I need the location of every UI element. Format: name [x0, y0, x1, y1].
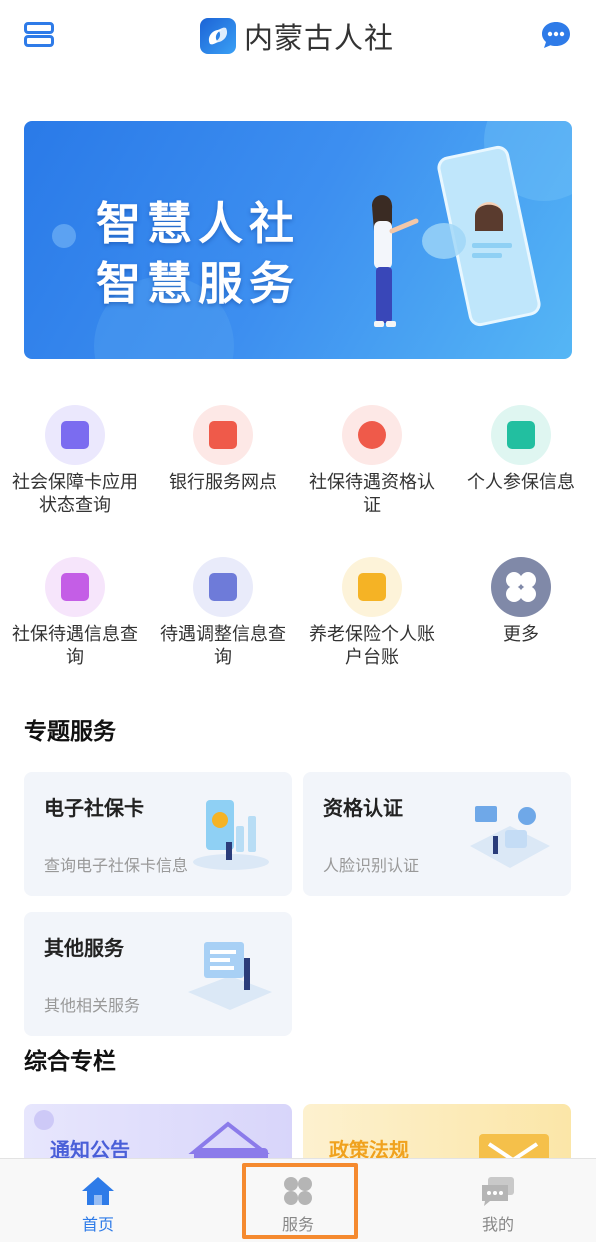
service-label: 社会保障卡应用状态查询 — [12, 472, 138, 516]
tab-label: 我的 — [481, 1215, 514, 1234]
service-item-more[interactable]: 更多 — [451, 557, 591, 646]
home-icon — [80, 1175, 116, 1207]
services-tab-highlight — [242, 1163, 358, 1239]
service-item-pension-ledger[interactable]: 养老保险个人账户台账 — [302, 557, 442, 669]
top-bar: 内蒙古人社 — [0, 0, 596, 72]
face-auth-illustration — [465, 796, 555, 876]
e-card-illustration — [186, 796, 276, 876]
card-title: 其他服务 — [44, 936, 124, 960]
service-item-benefit-query[interactable]: 社保待遇信息查询 — [5, 557, 145, 669]
more-grid-icon — [491, 557, 551, 617]
app-title-group: 内蒙古人社 — [200, 16, 394, 56]
service-item-personal-insurance[interactable]: 个人参保信息 — [451, 405, 591, 494]
banner-line-1: 智慧人社 — [96, 197, 301, 250]
service-label: 个人参保信息 — [467, 472, 575, 493]
other-service-illustration — [186, 936, 276, 1016]
service-label: 社保待遇信息查询 — [12, 624, 138, 668]
card-title: 资格认证 — [323, 796, 403, 820]
tab-home[interactable]: 首页 — [38, 1159, 158, 1242]
tab-label: 首页 — [81, 1215, 114, 1234]
service-label: 养老保险个人账户台账 — [309, 624, 435, 668]
app-logo — [200, 18, 236, 54]
person-card-icon — [491, 405, 551, 465]
app-title: 内蒙古人社 — [244, 21, 395, 55]
yuan-adjust-icon — [193, 557, 253, 617]
card-subtitle: 查询电子社保卡信息 — [44, 856, 189, 875]
card-subtitle: 其他相关服务 — [44, 996, 141, 1015]
medal-icon — [342, 405, 402, 465]
card-e-social-card[interactable]: 电子社保卡 查询电子社保卡信息 — [24, 772, 292, 896]
card-other-services[interactable]: 其他服务 其他相关服务 — [24, 912, 292, 1036]
service-label: 更多 — [503, 624, 539, 645]
service-label: 待遇调整信息查询 — [160, 624, 286, 668]
chat-bubble-icon[interactable] — [540, 20, 572, 50]
service-label: 社保待遇资格认证 — [309, 472, 435, 516]
person-list-icon — [45, 557, 105, 617]
bank-icon — [193, 405, 253, 465]
section-title-columns: 综合专栏 — [24, 1049, 116, 1075]
banner-line-2: 智慧服务 — [96, 257, 301, 310]
card-qualification-auth[interactable]: 资格认证 人脸识别认证 — [303, 772, 571, 896]
section-title-special: 专题服务 — [24, 719, 116, 745]
service-item-adjustment-query[interactable]: 待遇调整信息查询 — [153, 557, 293, 669]
ledger-icon — [342, 557, 402, 617]
tab-mine[interactable]: 我的 — [438, 1159, 558, 1242]
chat-profile-icon — [480, 1175, 516, 1207]
id-card-search-icon — [45, 405, 105, 465]
card-title: 电子社保卡 — [44, 796, 144, 820]
service-item-qualification-auth[interactable]: 社保待遇资格认证 — [302, 405, 442, 517]
service-item-card-status[interactable]: 社会保障卡应用状态查询 — [5, 405, 145, 517]
promo-banner[interactable]: 智慧人社 智慧服务 — [24, 121, 572, 359]
service-item-bank-outlets[interactable]: 银行服务网点 — [153, 405, 293, 494]
menu-icon[interactable] — [24, 20, 54, 50]
card-subtitle: 人脸识别认证 — [323, 856, 420, 875]
service-label: 银行服务网点 — [169, 472, 277, 493]
